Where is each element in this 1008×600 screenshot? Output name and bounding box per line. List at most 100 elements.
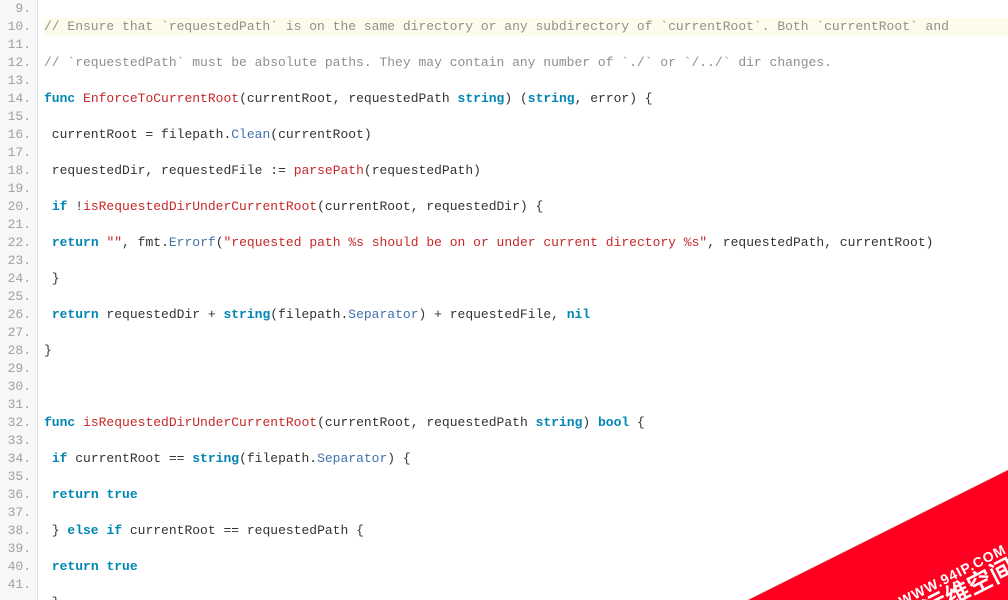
space <box>286 163 294 178</box>
indent <box>44 487 52 502</box>
line-number: 22. <box>0 234 31 252</box>
space <box>75 415 83 430</box>
code-viewer: 9. 10. 11. 12. 13. 14. 15. 16. 17. 18. 1… <box>0 0 1008 600</box>
ident: currentRoot <box>44 127 145 142</box>
ident: + requestedFile, <box>426 307 566 322</box>
punct: ( <box>216 235 224 250</box>
line-number: 32. <box>0 414 31 432</box>
punct: ) <box>582 415 598 430</box>
keyword: if <box>52 199 68 214</box>
code-line: // Ensure that `requestedPath` is on the… <box>44 18 1008 36</box>
line-number: 40. <box>0 558 31 576</box>
punct: (currentRoot) <box>270 127 371 142</box>
call: Clean <box>231 127 270 142</box>
line-number: 15. <box>0 108 31 126</box>
call: parsePath <box>294 163 364 178</box>
ident: requestedPath <box>419 415 536 430</box>
type: string <box>528 91 575 106</box>
ident: error <box>582 91 629 106</box>
line-number: 35. <box>0 468 31 486</box>
line-number: 11. <box>0 36 31 54</box>
line-number: 41. <box>0 576 31 594</box>
punct: { <box>629 415 645 430</box>
line-number: 30. <box>0 378 31 396</box>
ident: Separator <box>348 307 418 322</box>
indent <box>44 559 52 574</box>
line-number: 14. <box>0 90 31 108</box>
keyword: return <box>52 559 99 574</box>
keyword: string <box>192 451 239 466</box>
code-line: } <box>44 342 1008 360</box>
type: string <box>458 91 505 106</box>
line-number: 21. <box>0 216 31 234</box>
ident: filepath. <box>153 127 231 142</box>
ident: currentRoot == <box>67 451 192 466</box>
keyword: else <box>67 523 98 538</box>
string: "" <box>106 235 122 250</box>
line-number: 31. <box>0 396 31 414</box>
keyword: return <box>52 487 99 502</box>
code-line: } else if currentRoot == requestedPath { <box>44 522 1008 540</box>
punct: , <box>122 235 130 250</box>
code-line: func isRequestedDirUnderCurrentRoot(curr… <box>44 414 1008 432</box>
call: Errorf <box>169 235 216 250</box>
code-line: return true <box>44 486 1008 504</box>
punct: (filepath. <box>270 307 348 322</box>
ident: requestedPath <box>341 91 458 106</box>
line-number: 18. <box>0 162 31 180</box>
keyword: if <box>52 451 68 466</box>
indent <box>44 199 52 214</box>
punct: } <box>44 595 60 600</box>
line-number: 9. <box>0 0 31 18</box>
punct: , requestedPath, currentRoot) <box>707 235 933 250</box>
ident: requestedDir + <box>99 307 224 322</box>
line-number: 28. <box>0 342 31 360</box>
indent <box>44 307 52 322</box>
keyword: func <box>44 91 75 106</box>
ident: requestedDir <box>44 163 145 178</box>
punct: ) { <box>629 91 652 106</box>
code-line: if !isRequestedDirUnderCurrentRoot(curre… <box>44 198 1008 216</box>
punct: } <box>44 523 67 538</box>
line-number: 36. <box>0 486 31 504</box>
fn-name: EnforceToCurrentRoot <box>83 91 239 106</box>
string: "requested path %s should be on or under… <box>224 235 708 250</box>
code-pane[interactable]: // Ensure that `requestedPath` is on the… <box>38 0 1008 600</box>
ident: Separator <box>317 451 387 466</box>
keyword: string <box>223 307 270 322</box>
punct: } <box>44 343 52 358</box>
code-line: currentRoot = filepath.Clean(currentRoot… <box>44 126 1008 144</box>
punct: (requestedPath) <box>364 163 481 178</box>
keyword: nil <box>567 307 590 322</box>
code-line: if currentRoot == string(filepath.Separa… <box>44 450 1008 468</box>
punct: , <box>411 415 419 430</box>
op: ! <box>67 199 83 214</box>
code-line: // `requestedPath` must be absolute path… <box>44 54 1008 72</box>
code-line: return requestedDir + string(filepath.Se… <box>44 306 1008 324</box>
fn-name: isRequestedDirUnderCurrentRoot <box>83 415 317 430</box>
comment-text: // `requestedPath` must be absolute path… <box>44 55 832 70</box>
line-number: 10. <box>0 18 31 36</box>
line-number: 16. <box>0 126 31 144</box>
punct: ( <box>239 91 247 106</box>
keyword: true <box>106 559 137 574</box>
code-line: return true <box>44 558 1008 576</box>
punct: } <box>44 271 60 286</box>
keyword: return <box>52 307 99 322</box>
op: := <box>270 163 286 178</box>
ident: currentRoot <box>247 91 333 106</box>
ident: currentRoot <box>325 415 411 430</box>
call: isRequestedDirUnderCurrentRoot <box>83 199 317 214</box>
punct: (filepath. <box>239 451 317 466</box>
line-number: 38. <box>0 522 31 540</box>
keyword: func <box>44 415 75 430</box>
line-number: 25. <box>0 288 31 306</box>
punct: ) { <box>387 451 410 466</box>
code-line <box>44 378 1008 396</box>
code-line: func EnforceToCurrentRoot(currentRoot, r… <box>44 90 1008 108</box>
code-line: return "", fmt.Errorf("requested path %s… <box>44 234 1008 252</box>
line-number: 19. <box>0 180 31 198</box>
indent <box>44 451 52 466</box>
punct: ( <box>317 415 325 430</box>
keyword: return <box>52 235 99 250</box>
